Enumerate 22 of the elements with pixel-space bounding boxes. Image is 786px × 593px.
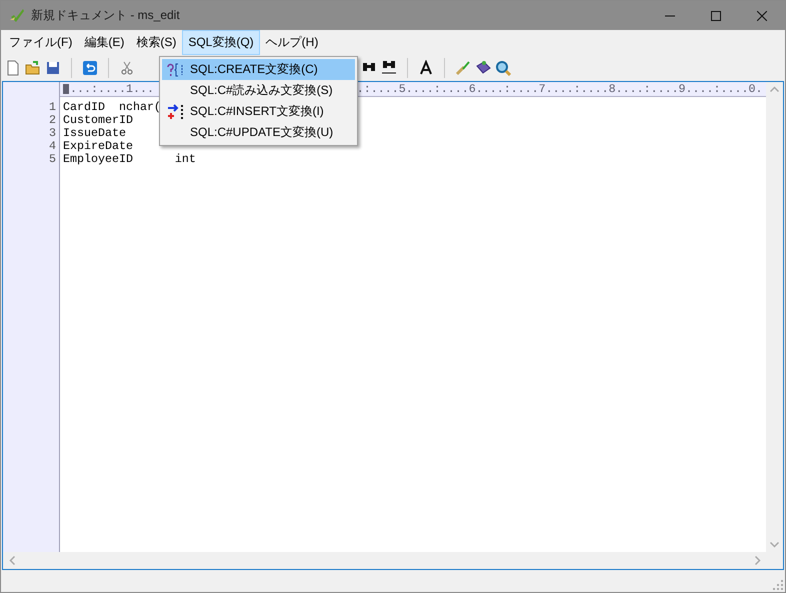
- menu-item[interactable]: ヘルプ(H): [260, 30, 324, 55]
- menu-item[interactable]: ファイル(F): [3, 30, 78, 55]
- menu-item[interactable]: 編集(E): [78, 30, 130, 55]
- menu-item[interactable]: 検索(S): [130, 30, 182, 55]
- dropdown-item[interactable]: SQL:CREATE文変換(C): [162, 59, 355, 80]
- line-number: 3: [49, 127, 57, 140]
- window-title: 新規ドキュメント - ms_edit: [31, 7, 181, 24]
- dropdown-item[interactable]: SQL:C#UPDATE文変換(U): [162, 122, 355, 143]
- code-line: IssueDate: [63, 127, 126, 140]
- ruler-scale: .:....5....:....6....:....7....:....8....:....9....:....0.: [356, 82, 763, 96]
- line-number: 5: [49, 153, 57, 166]
- menu-item[interactable]: SQL変換(Q): [182, 30, 260, 55]
- code-line: EmployeeID int: [63, 153, 196, 166]
- line-number: 1: [49, 101, 57, 114]
- line-number: 2: [49, 114, 57, 127]
- code-line: ExpireDate: [63, 140, 133, 153]
- line-number: 4: [49, 140, 57, 153]
- dropdown-item[interactable]: SQL:C#読み込み文変換(S): [162, 80, 355, 101]
- code-line: CardID nchar(: [63, 101, 161, 114]
- dropdown-item[interactable]: SQL:C#INSERT文変換(I): [162, 101, 355, 122]
- code-line: CustomerID: [63, 114, 133, 127]
- ruler-scale: ...:....1...: [70, 82, 154, 96]
